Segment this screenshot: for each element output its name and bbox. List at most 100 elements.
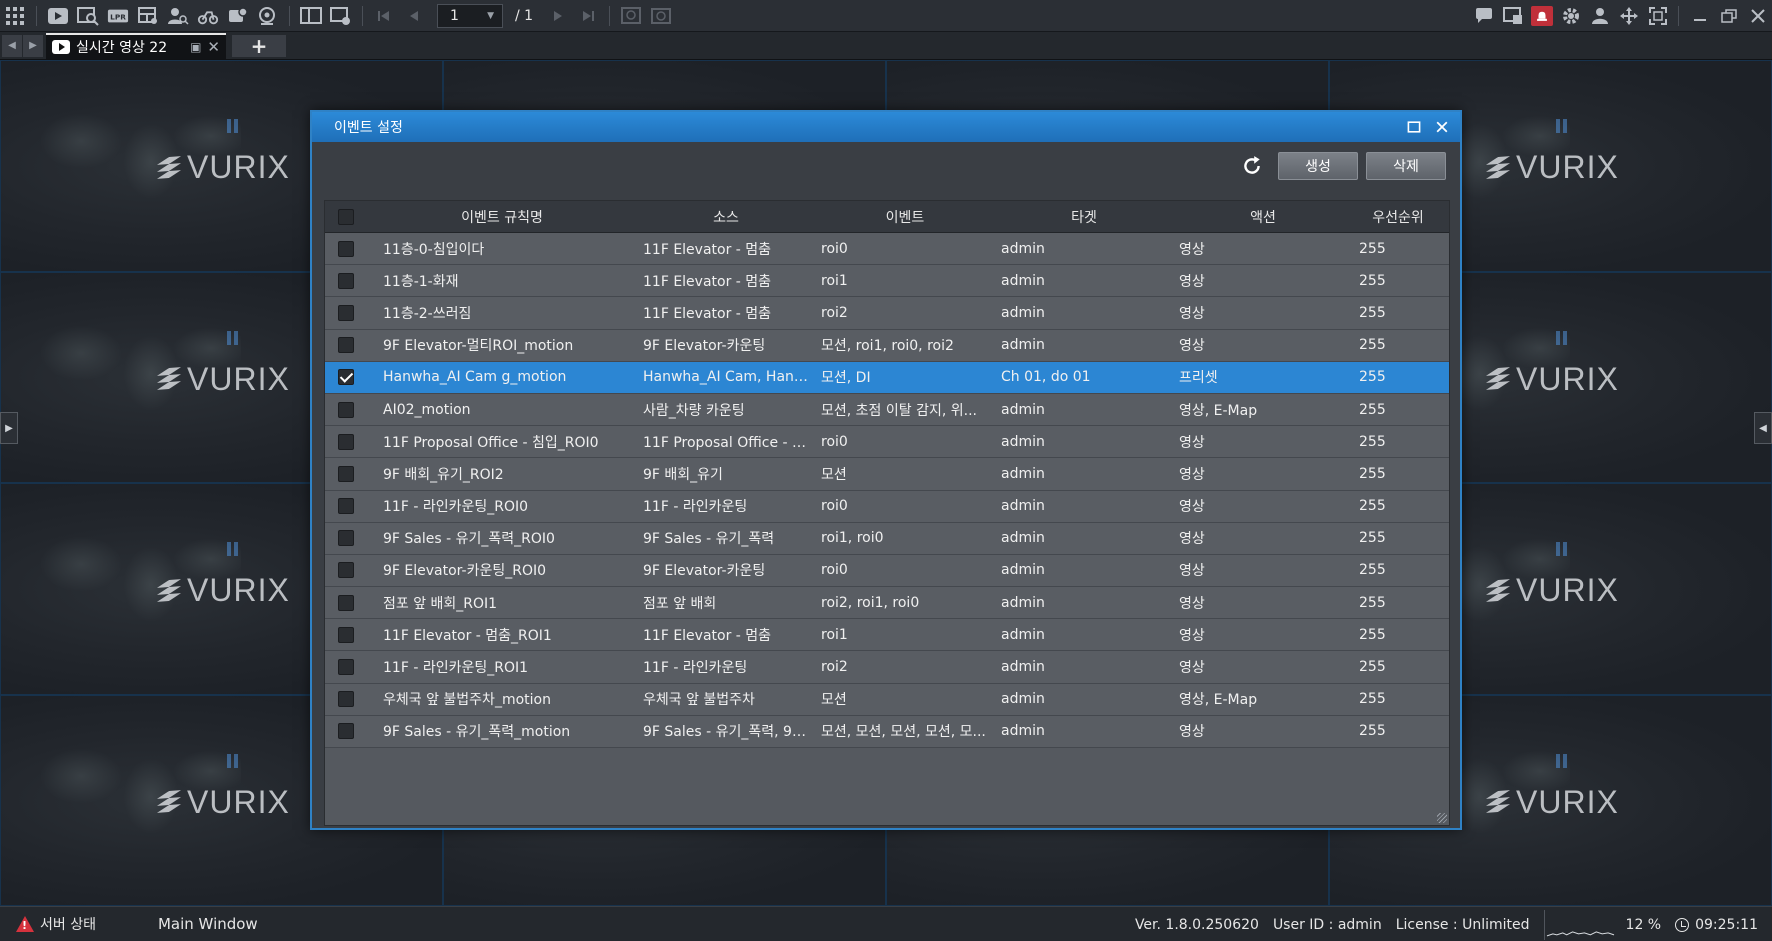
search-video-icon[interactable]: [73, 2, 103, 30]
fullscreen-icon[interactable]: [1643, 2, 1672, 30]
row-checkbox[interactable]: [338, 723, 354, 740]
table-row[interactable]: 9F 배회_유기_ROI2 9F 배회_유기 모션 admin 영상 255: [325, 458, 1449, 491]
target-cell: admin: [1001, 304, 1045, 321]
tab-live-view[interactable]: 실시간 영상 22 ▣ ✕: [46, 32, 226, 59]
tab-scroll-left-icon[interactable]: ◀: [2, 34, 22, 57]
row-checkbox[interactable]: [338, 530, 354, 547]
first-page-icon[interactable]: [369, 2, 399, 30]
resize-grip-icon[interactable]: [1437, 813, 1447, 823]
table-row[interactable]: 9F Elevator-카운팅_ROI0 9F Elevator-카운팅 roi0 a…: [325, 554, 1449, 588]
maximize-icon[interactable]: [1404, 117, 1424, 137]
grid-menu-icon[interactable]: [0, 2, 30, 30]
row-checkbox-cell: [325, 401, 367, 418]
table-row[interactable]: Hanwha_AI Cam g_motion Hanwha_AI Cam, Han…: [325, 361, 1449, 394]
table-row[interactable]: 점포 앞 배회_ROI1 점포 앞 배회 roi2, roi1, roi0 admin…: [325, 587, 1449, 620]
next-page-icon[interactable]: [543, 2, 573, 30]
event-cell: roi2: [821, 659, 848, 676]
logo-text: VURIX: [187, 572, 290, 608]
add-view-icon[interactable]: [326, 2, 356, 30]
table-row[interactable]: 11층-0-침입이다 11F Elevator - 멈춤 roi0 admin 영상 25…: [325, 233, 1449, 266]
lpr-icon[interactable]: LPR: [103, 2, 133, 30]
toolbar-right-group: [1469, 0, 1772, 32]
table-row[interactable]: 11F Elevator - 멈춤_ROI1 11F Elevator - 멈춤 r…: [325, 619, 1449, 652]
layout-icon[interactable]: [133, 2, 163, 30]
row-checkbox[interactable]: [338, 401, 354, 418]
page-number-select[interactable]: 1 ▼: [437, 3, 503, 28]
row-checkbox[interactable]: [338, 691, 354, 708]
row-checkbox[interactable]: [338, 562, 354, 579]
gear-icon[interactable]: [1556, 2, 1585, 30]
chat-icon[interactable]: [1469, 2, 1498, 30]
instant-playback-icon[interactable]: [646, 2, 676, 30]
target-cell: admin: [1001, 240, 1045, 257]
row-checkbox[interactable]: [338, 659, 354, 676]
close-icon[interactable]: [1743, 2, 1772, 30]
select-all-checkbox[interactable]: [338, 208, 354, 225]
row-checkbox[interactable]: [338, 304, 354, 321]
playback-icon[interactable]: [43, 2, 73, 30]
row-checkbox[interactable]: [338, 498, 354, 515]
minimize-icon[interactable]: [1685, 2, 1714, 30]
person-search-icon[interactable]: [163, 2, 193, 30]
server-status[interactable]: 서버 상태: [40, 914, 96, 934]
last-page-icon[interactable]: [573, 2, 603, 30]
refresh-icon[interactable]: [1238, 152, 1266, 180]
column-header-source[interactable]: 소스: [637, 207, 815, 227]
table-row[interactable]: AI02_motion 사람_차량 카운팅 모션, 초점 이탈 감지, 위... ad…: [325, 393, 1449, 427]
create-button[interactable]: 생성: [1278, 152, 1358, 180]
table-row[interactable]: 9F Elevator-멀티ROI_motion 9F Elevator-카운팅 모…: [325, 329, 1449, 362]
prev-page-icon[interactable]: [399, 2, 429, 30]
row-checkbox[interactable]: [338, 369, 354, 386]
vehicle-search-icon[interactable]: [193, 2, 223, 30]
action-cell: 영상: [1179, 273, 1205, 290]
column-header-target[interactable]: 타겟: [995, 207, 1173, 227]
column-header-event[interactable]: 이벤트: [815, 207, 995, 227]
target-cell: admin: [1001, 723, 1045, 740]
source-cell: 9F Elevator-카운팅: [643, 338, 766, 355]
tab-close-icon[interactable]: ✕: [207, 38, 220, 56]
vurix-logo-icon: [157, 157, 181, 179]
table-row[interactable]: 우체국 앞 불법주차_motion 우체국 앞 불법주차 모션 admin 영상, E-…: [325, 683, 1449, 716]
table-row[interactable]: 11층-2-쓰러짐 11F Elevator - 멈춤 roi2 admin 영상 255: [325, 297, 1449, 330]
table-row[interactable]: 11층-1-화재 11F Elevator - 멈춤 roi1 admin 영상 255: [325, 265, 1449, 298]
column-header-action[interactable]: 액션: [1173, 207, 1353, 227]
column-header-name[interactable]: 이벤트 규칙명: [367, 207, 637, 227]
row-checkbox[interactable]: [338, 465, 354, 482]
table-row[interactable]: 11F - 라인카운팅_ROI0 11F - 라인카운팅 roi0 admin 영상 25…: [325, 490, 1449, 523]
delete-button[interactable]: 삭제: [1366, 152, 1446, 180]
monitor-icon[interactable]: [1498, 2, 1527, 30]
map-icon[interactable]: [223, 2, 253, 30]
table-row[interactable]: 9F Sales - 유기_폭력_motion 9F Sales - 유기_폭력,…: [325, 715, 1449, 748]
priority-cell: 255: [1359, 240, 1386, 257]
tab-save-icon[interactable]: ▣: [190, 40, 201, 54]
action-cell: 영상: [1179, 434, 1205, 451]
row-checkbox[interactable]: [338, 240, 354, 257]
table-row[interactable]: 11F Proposal Office - 침입_ROI0 11F Proposa…: [325, 426, 1449, 459]
row-checkbox[interactable]: [338, 337, 354, 354]
user-icon[interactable]: [1585, 2, 1614, 30]
close-icon[interactable]: [1432, 117, 1452, 137]
row-checkbox[interactable]: [338, 433, 354, 450]
column-header-priority[interactable]: 우선순위: [1353, 207, 1443, 227]
restore-icon[interactable]: [1714, 2, 1743, 30]
single-view-icon[interactable]: [296, 2, 326, 30]
settings-cam-icon[interactable]: [253, 2, 283, 30]
row-checkbox[interactable]: [338, 626, 354, 643]
clock-time: 09:25:11: [1695, 916, 1758, 933]
tab-scroll-right-icon[interactable]: ▶: [23, 34, 43, 57]
table-row[interactable]: 9F Sales - 유기_폭력_ROI0 9F Sales - 유기_폭력 roi…: [325, 522, 1449, 555]
action-cell: 프리셋: [1179, 370, 1218, 387]
row-checkbox[interactable]: [338, 272, 354, 289]
alarm-icon[interactable]: [1527, 2, 1556, 30]
table-row[interactable]: 11F - 라인카운팅_ROI1 11F - 라인카운팅 roi2 admin 영상 25…: [325, 651, 1449, 684]
add-tab-button[interactable]: +: [232, 34, 286, 58]
move-icon[interactable]: [1614, 2, 1643, 30]
row-checkbox[interactable]: [338, 594, 354, 611]
right-panel-toggle[interactable]: ◀: [1754, 412, 1772, 444]
select-all-cell: [325, 208, 367, 225]
dialog-titlebar[interactable]: 이벤트 설정: [312, 112, 1460, 142]
event-cell: roi0: [821, 562, 848, 579]
warning-icon[interactable]: [16, 916, 34, 932]
left-panel-toggle[interactable]: ▶: [0, 412, 18, 444]
sync-icon[interactable]: [616, 2, 646, 30]
